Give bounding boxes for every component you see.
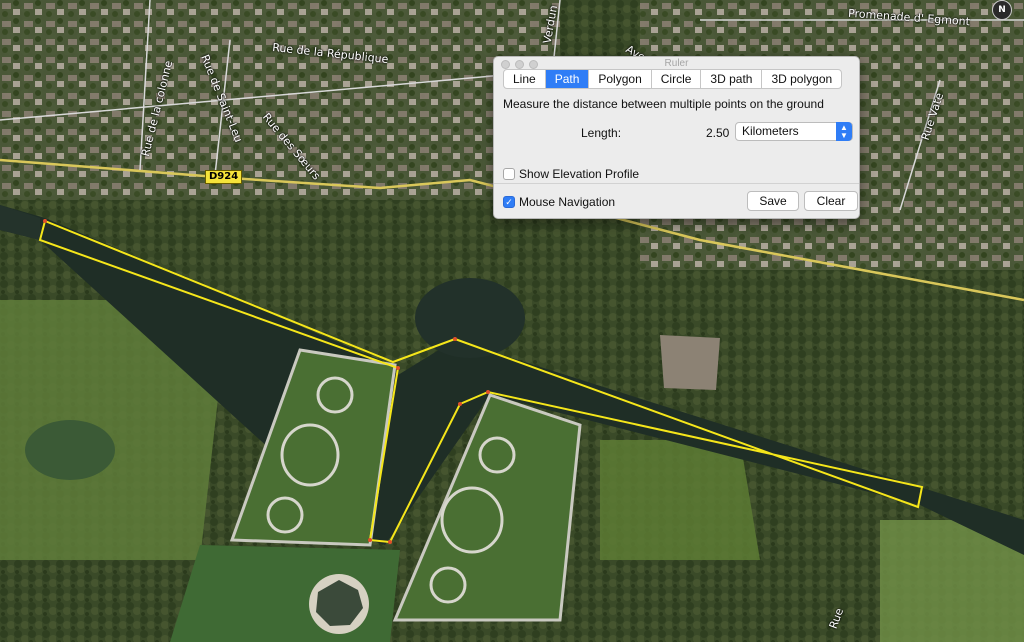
tab-line[interactable]: Line [504, 70, 545, 88]
compass-icon[interactable]: N [992, 0, 1012, 20]
ruler-window: Ruler Line Path Polygon Circle 3D path 3… [493, 56, 860, 219]
checkmark-icon: ✓ [505, 197, 513, 207]
unit-select-value: Kilometers [742, 124, 799, 138]
tab-circle[interactable]: Circle [650, 70, 701, 88]
mode-description: Measure the distance between multiple po… [503, 97, 824, 111]
road-number-badge: D924 [205, 170, 243, 184]
save-button[interactable]: Save [747, 191, 799, 211]
measure-mode-tabs: Line Path Polygon Circle 3D path 3D poly… [503, 69, 843, 89]
mouse-navigation-label: Mouse Navigation [519, 195, 616, 209]
mouse-navigation-checkbox[interactable]: ✓ [503, 196, 515, 208]
window-title: Ruler [664, 58, 689, 69]
length-value: 2.50 [706, 126, 730, 140]
tab-path[interactable]: Path [544, 70, 589, 88]
tab-3d-path[interactable]: 3D path [700, 70, 761, 88]
show-elevation-checkbox[interactable] [503, 168, 515, 180]
unit-select[interactable]: Kilometers ▲ ▼ [735, 122, 853, 141]
show-elevation-label: Show Elevation Profile [519, 167, 640, 181]
tab-polygon[interactable]: Polygon [588, 70, 650, 88]
length-label: Length: [581, 126, 622, 140]
tab-3d-polygon[interactable]: 3D polygon [761, 70, 841, 88]
chevron-updown-icon: ▲ ▼ [836, 122, 852, 141]
divider [494, 183, 859, 184]
clear-button[interactable]: Clear [804, 191, 858, 211]
